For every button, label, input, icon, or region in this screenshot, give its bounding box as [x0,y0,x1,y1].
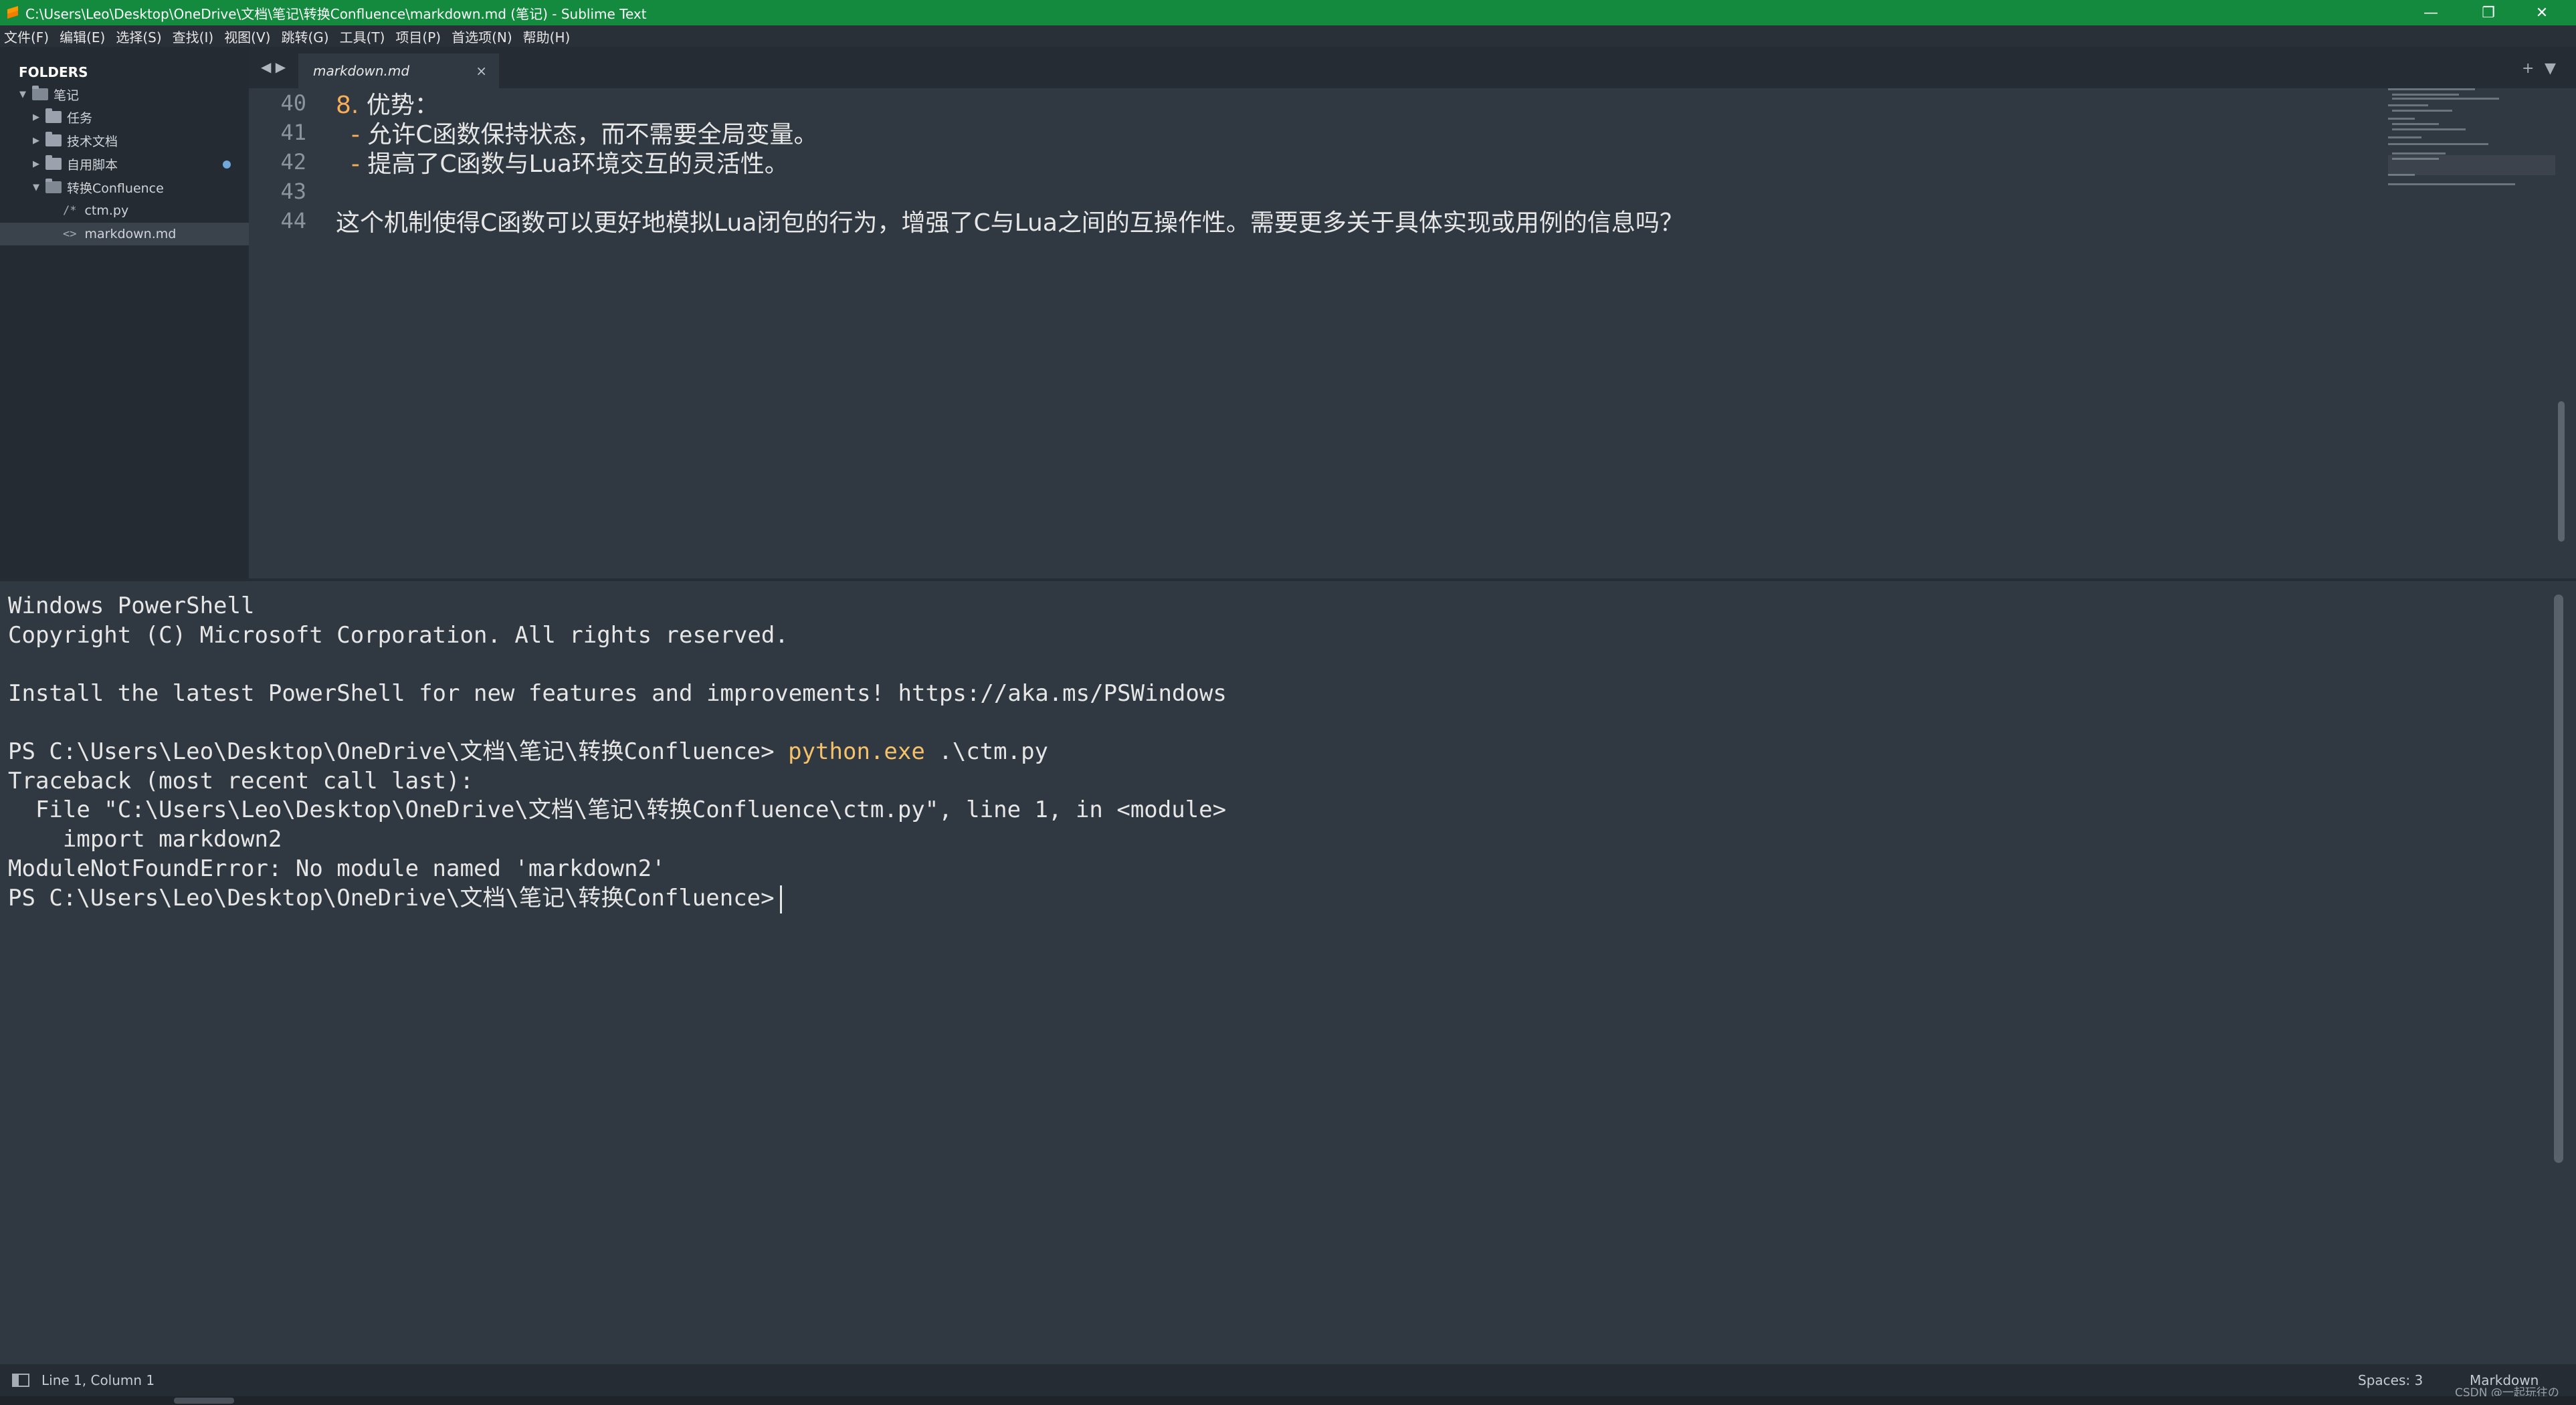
minimize-button[interactable]: — [2404,0,2458,25]
minimap[interactable] [2388,88,2555,202]
horizontal-scrollbar[interactable] [174,1398,234,1404]
sidebar-item-label: 自用脚本 [67,157,118,173]
terminal-install-notice: Install the latest PowerShell for new fe… [8,680,1227,707]
sidebar: FOLDERS ▼ 笔记 ▶ 任务 ▶ 技术文档 ▶ 自用脚本 ▼ 转换Conf… [0,47,249,578]
terminal-header: Windows PowerShell [8,592,255,619]
menu-preferences[interactable]: 首选项(N) [452,27,512,46]
terminal-command-arg: .\ctm.py [924,738,1049,765]
sidebar-item-label: ctm.py [84,203,129,218]
window-title: C:\Users\Leo\Desktop\OneDrive\文档\笔记\转换Co… [25,5,647,22]
sidebar-item-scripts[interactable]: ▶ 自用脚本 [0,152,249,175]
cursor-position[interactable]: Line 1, Column 1 [41,1372,155,1388]
markup-file-icon: <> [63,227,77,241]
menu-find[interactable]: 查找(I) [173,27,214,46]
code-line: 43 [249,177,336,206]
terminal-panel[interactable]: Windows PowerShell Copyright (C) Microso… [0,578,2576,1364]
restore-button[interactable]: ❐ [2462,0,2515,25]
chevron-down-icon[interactable]: ▼ [31,183,41,193]
terminal-command: python.exe [788,738,925,765]
terminal-command-line: PS C:\Users\Leo\Desktop\OneDrive\文档\笔记\转… [8,737,1048,766]
code-line: 41 - 允许C函数保持状态，而不需要全局变量。 [249,118,817,148]
terminal-copyright: Copyright (C) Microsoft Corporation. All… [8,622,789,649]
folder-icon [45,155,62,170]
terminal-import-line: import markdown2 [8,826,282,853]
terminal-scrollbar[interactable] [2554,595,2563,1163]
chevron-right-icon[interactable]: ▶ [31,112,41,122]
folder-icon [45,108,62,123]
sidebar-item-tech-docs[interactable]: ▶ 技术文档 [0,129,249,152]
close-window-button[interactable]: ✕ [2515,0,2569,25]
code-line: 42 - 提高了C函数与Lua环境交互的灵活性。 [249,144,789,179]
status-bar: Line 1, Column 1 Spaces: 3 Markdown CSDN… [0,1364,2576,1400]
menu-tools[interactable]: 工具(T) [340,27,385,46]
sidebar-item-tasks[interactable]: ▶ 任务 [0,106,249,128]
chevron-down-icon[interactable]: ▼ [17,90,28,100]
new-tab-button[interactable]: + [2522,60,2534,77]
menu-project[interactable]: 项目(P) [395,27,441,46]
editor-pane[interactable]: 40 8. 优势： 41 - 允许C函数保持状态，而不需要全局变量。 42 - … [249,88,2576,578]
terminal-file-line: File "C:\Users\Leo\Desktop\OneDrive\文档\笔… [8,796,1227,823]
menu-view[interactable]: 视图(V) [224,27,270,46]
terminal-prompt: PS C:\Users\Leo\Desktop\OneDrive\文档\笔记\转… [8,885,775,911]
tab-markdown-md[interactable]: markdown.md × [298,53,499,88]
close-icon[interactable]: × [476,63,487,79]
menu-bar: 文件(F) 编辑(E) 选择(S) 查找(I) 视图(V) 跳转(G) 工具(T… [0,25,2576,47]
terminal-prompt: PS C:\Users\Leo\Desktop\OneDrive\文档\笔记\转… [8,738,775,765]
indentation-setting[interactable]: Spaces: 3 [2358,1372,2423,1388]
sublime-text-icon [7,6,18,19]
folder-open-icon [45,179,62,193]
menu-goto[interactable]: 跳转(G) [281,27,328,46]
editor-scrollbar[interactable] [2558,401,2565,542]
line-number: 41 [280,120,306,145]
folders-header: FOLDERS [19,64,88,80]
sidebar-item-confluence[interactable]: ▼ 转换Confluence [0,176,249,199]
terminal-error: ModuleNotFoundError: No module named 'ma… [8,855,666,882]
line-number: 40 [280,90,306,116]
sidebar-item-ctm-py[interactable]: /* ctm.py [0,199,249,222]
tab-menu-button[interactable]: ▼ [2545,60,2556,77]
sidebar-item-notes[interactable]: ▼ 笔记 [0,83,249,106]
terminal-input-line[interactable]: PS C:\Users\Leo\Desktop\OneDrive\文档\笔记\转… [8,883,782,913]
title-bar: C:\Users\Leo\Desktop\OneDrive\文档\笔记\转换Co… [0,0,2576,25]
sidebar-item-markdown-md[interactable]: <> markdown.md [0,223,249,245]
tab-nav-arrows[interactable]: ◀ ▶ [261,59,286,75]
line-number: 42 [280,149,306,175]
python-file-icon: /* [63,204,77,217]
menu-help[interactable]: 帮助(H) [523,27,571,46]
line-number: 43 [280,179,306,204]
unsaved-dot-icon [223,160,231,169]
tab-bar: ◀ ▶ markdown.md × + ▼ [249,47,2576,88]
menu-file[interactable]: 文件(F) [4,27,49,46]
terminal-traceback: Traceback (most recent call last): [8,768,474,794]
chevron-right-icon[interactable]: ▶ [31,136,41,146]
sidebar-item-label: markdown.md [84,227,177,241]
panel-toggle-icon[interactable] [12,1374,29,1387]
menu-edit[interactable]: 编辑(E) [60,27,105,46]
line-content: 提高了C函数与Lua环境交互的灵活性。 [359,150,789,178]
chevron-right-icon[interactable]: ▶ [31,159,41,169]
sidebar-item-label: 笔记 [54,88,80,103]
code-line: 40 8. 优势： [249,88,438,119]
sidebar-item-label: 技术文档 [67,134,118,149]
tab-label: markdown.md [313,63,410,79]
list-bullet: - [336,150,360,178]
line-text: - 提高了C函数与Lua环境交互的灵活性。 [336,144,789,179]
folder-open-icon [32,86,48,100]
line-text: 这个机制使得C函数可以更好地模拟Lua闭包的行为，增强了C与Lua之间的互操作性… [336,209,1684,237]
minimap-viewport[interactable] [2388,155,2555,175]
menu-selection[interactable]: 选择(S) [116,27,161,46]
folder-icon [45,132,62,146]
sidebar-item-label: 转换Confluence [67,181,164,196]
text-cursor [779,885,782,913]
bottom-strip [0,1396,2576,1405]
line-number: 44 [280,208,306,233]
code-line: 44 这个机制使得C函数可以更好地模拟Lua闭包的行为，增强了C与Lua之间的互… [249,206,1684,237]
sidebar-item-label: 任务 [67,110,93,126]
